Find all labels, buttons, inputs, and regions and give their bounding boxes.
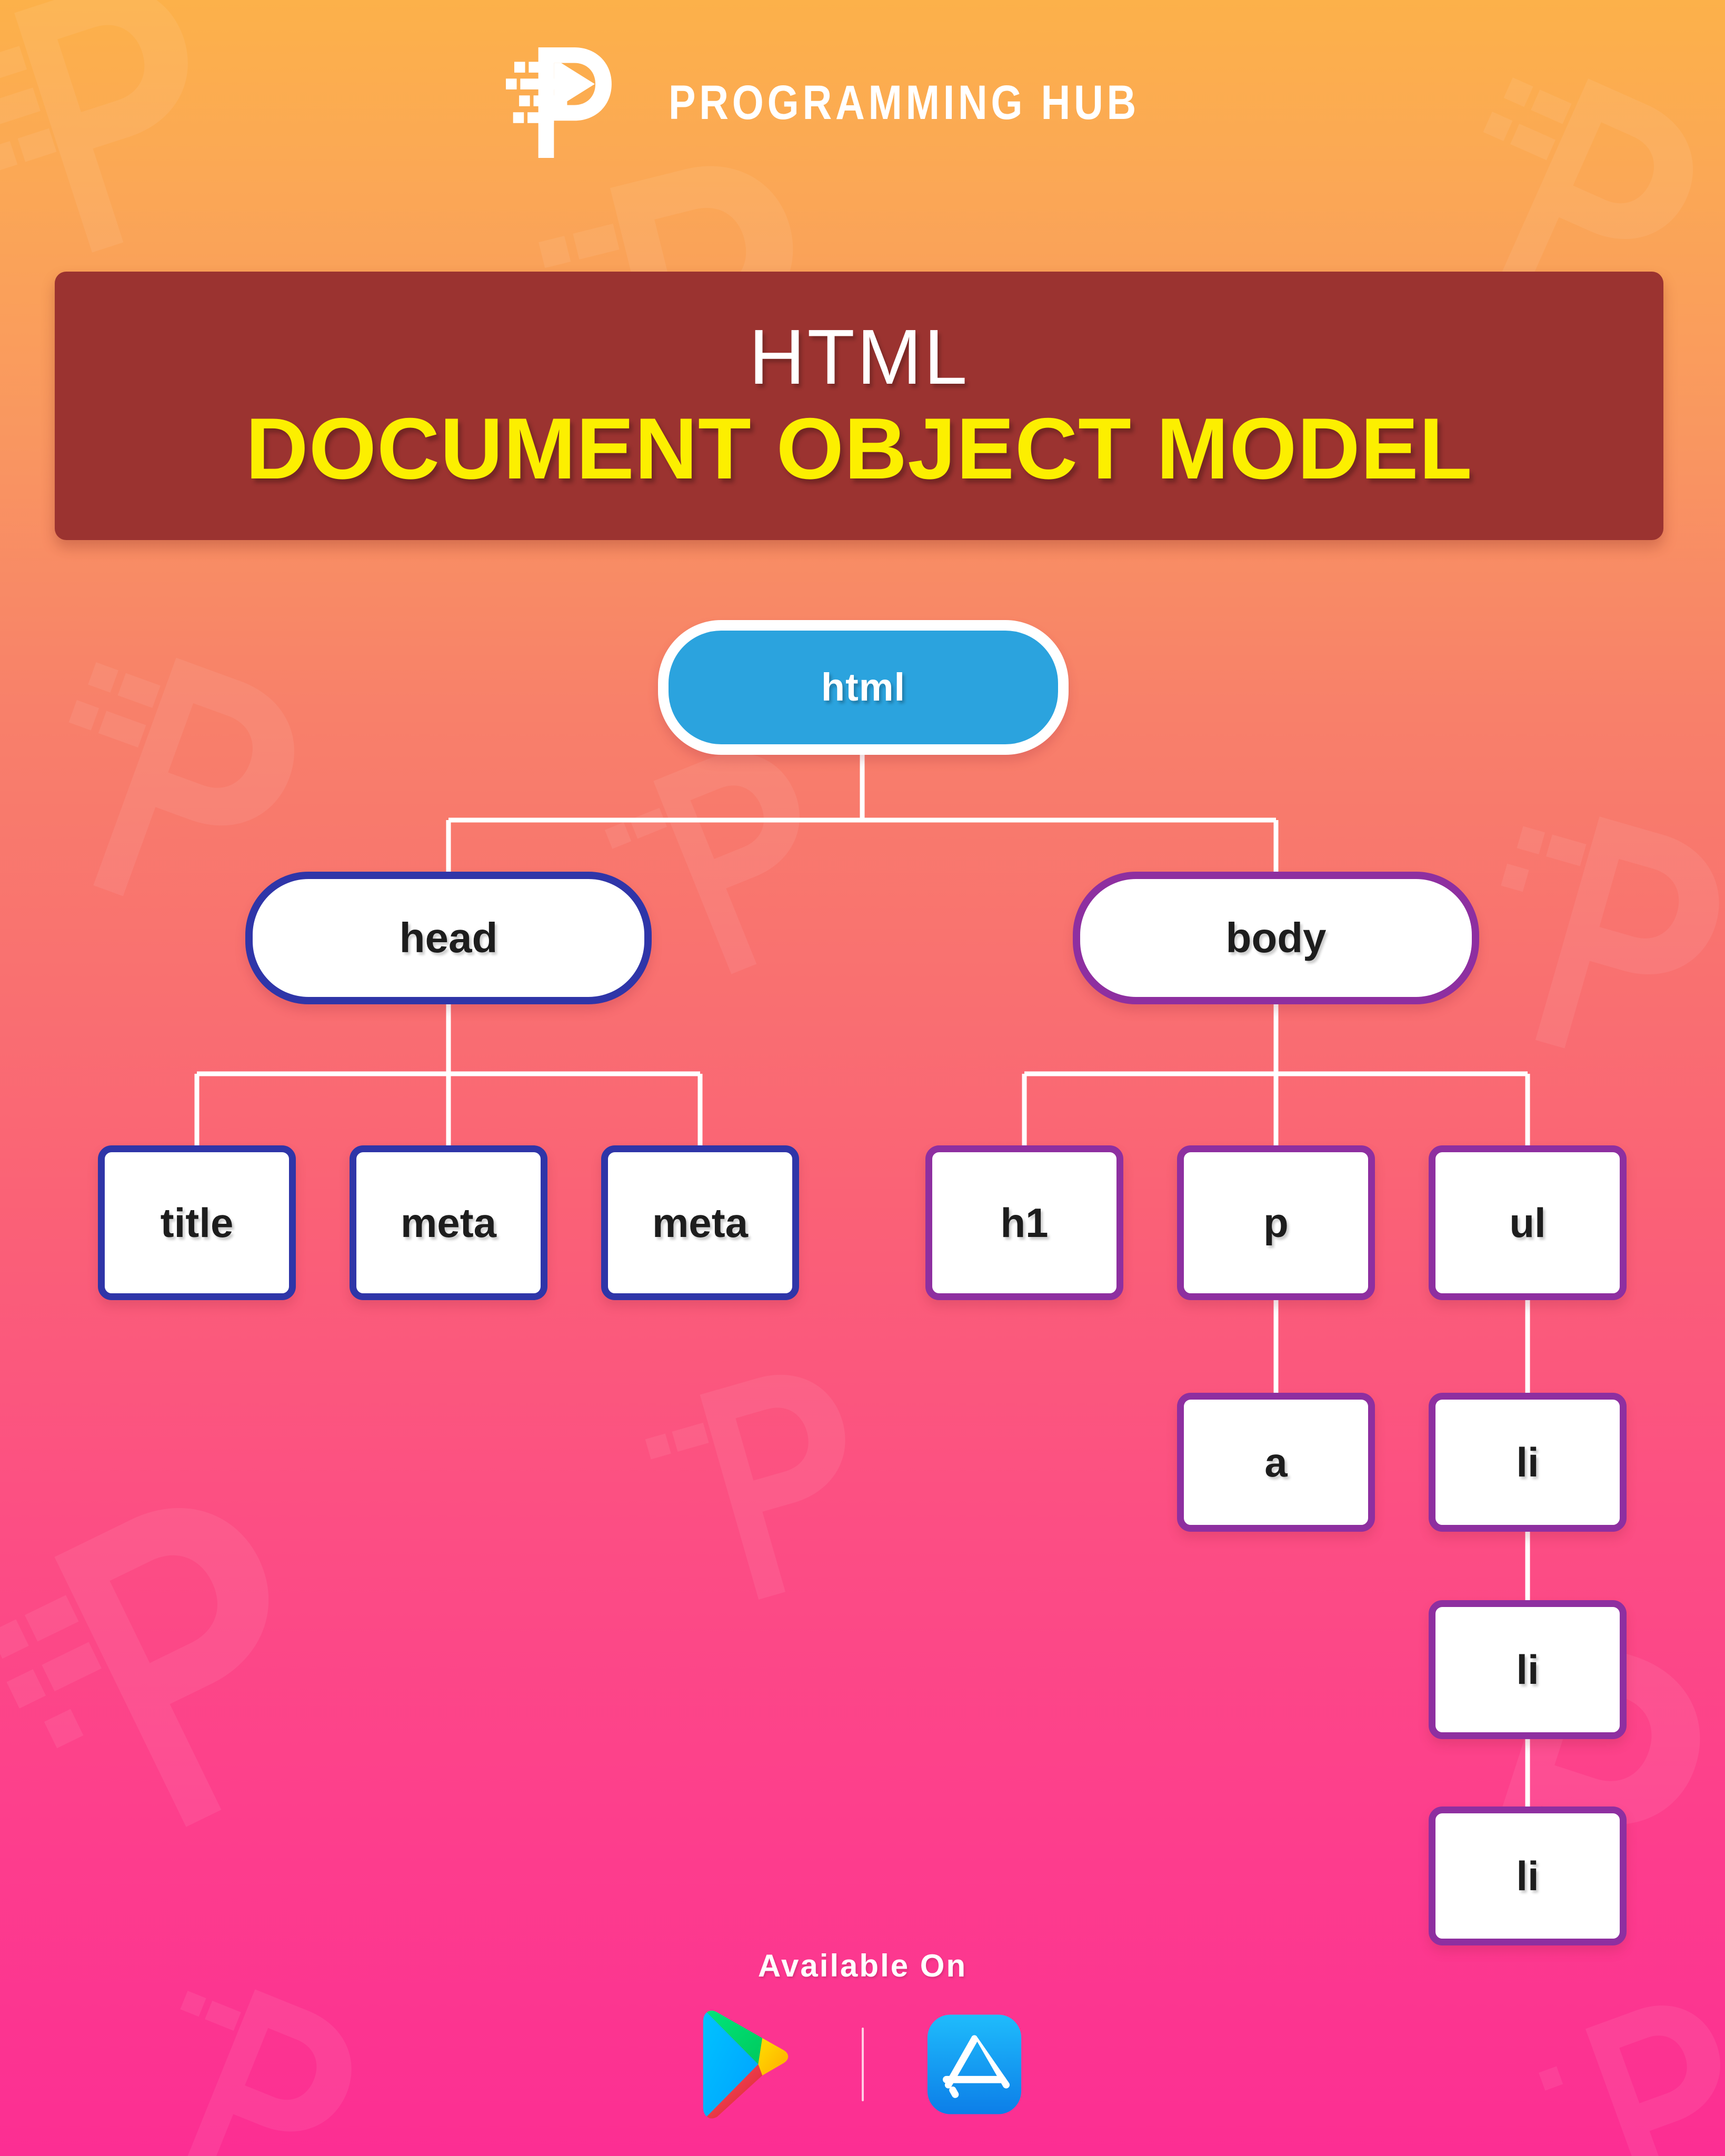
tree-node-html[interactable]: html (658, 620, 1069, 755)
tree-node-label: meta (400, 1200, 497, 1246)
tree-node-label: ul (1509, 1200, 1546, 1246)
tree-node-meta-1[interactable]: meta (350, 1145, 547, 1300)
tree-node-ul[interactable]: ul (1429, 1145, 1627, 1300)
tree-node-label: p (1263, 1200, 1289, 1246)
tree-node-a[interactable]: a (1177, 1393, 1375, 1532)
tree-node-label: h1 (1000, 1200, 1049, 1246)
tree-node-label: html (821, 665, 906, 709)
tree-node-label: title (160, 1200, 234, 1246)
tree-node-li-2[interactable]: li (1429, 1600, 1627, 1739)
available-on-label: Available On (757, 1948, 968, 1983)
tree-node-h1[interactable]: h1 (925, 1145, 1123, 1300)
tree-node-label: meta (652, 1200, 749, 1246)
dom-tree-diagram: html head body title meta meta h1 p ul a… (0, 0, 1725, 2156)
tree-node-label: a (1264, 1439, 1288, 1485)
google-play-icon[interactable] (699, 2009, 804, 2120)
tree-node-body[interactable]: body (1073, 872, 1479, 1004)
tree-node-label: li (1516, 1439, 1539, 1485)
tree-node-li-3[interactable]: li (1429, 1806, 1627, 1945)
tree-node-head[interactable]: head (245, 872, 652, 1004)
tree-node-label: li (1516, 1853, 1539, 1899)
footer: Available On (0, 1948, 1725, 2120)
store-badges (699, 2009, 1027, 2120)
tree-node-title[interactable]: title (98, 1145, 296, 1300)
poster-canvas: PROGRAMMING HUB HTML DOCUMENT OBJECT MOD… (0, 0, 1725, 2156)
tree-node-label: li (1516, 1646, 1539, 1693)
tree-node-label: body (1225, 914, 1327, 961)
app-store-icon[interactable] (922, 2009, 1027, 2120)
tree-node-label: head (399, 914, 498, 961)
tree-node-p[interactable]: p (1177, 1145, 1375, 1300)
store-divider (861, 2028, 864, 2101)
tree-node-meta-2[interactable]: meta (601, 1145, 799, 1300)
tree-node-li-1[interactable]: li (1429, 1393, 1627, 1532)
